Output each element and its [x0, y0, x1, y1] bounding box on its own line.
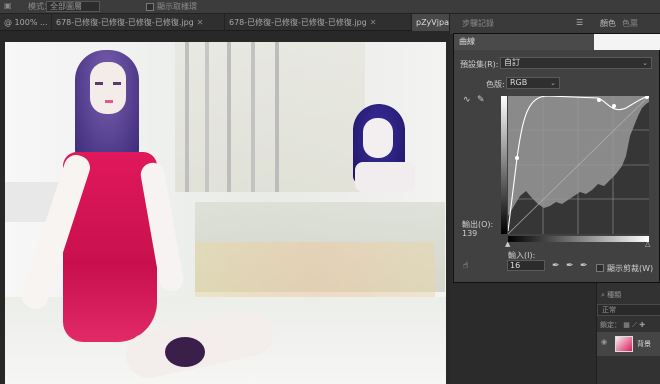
- lock-label: 鎖定：: [600, 321, 621, 329]
- output-value[interactable]: 139: [462, 229, 477, 238]
- curve-point[interactable]: [612, 104, 616, 108]
- image-girl-face: [90, 62, 126, 114]
- gray-eyedropper-icon[interactable]: ✒: [566, 262, 574, 271]
- tab-color[interactable]: 顏色: [600, 18, 616, 29]
- white-eyedropper-icon[interactable]: ✒: [580, 262, 588, 271]
- eye-icon[interactable]: ◉: [601, 338, 607, 346]
- black-eyedropper-icon[interactable]: ✒: [552, 262, 560, 271]
- tab-label: @ 100% ...: [4, 18, 48, 27]
- white-point-slider[interactable]: △: [645, 240, 650, 249]
- channel-label: 色版:: [486, 80, 505, 89]
- document-tab-1[interactable]: @ 100% ...✕: [0, 14, 52, 31]
- show-clipping-checkbox[interactable]: [596, 264, 604, 272]
- image-girl2-face: [363, 118, 393, 158]
- black-point-slider[interactable]: ▲: [505, 240, 510, 249]
- show-clipping-label: 顯示剪裁(W): [607, 264, 654, 273]
- curve-graph[interactable]: [508, 96, 649, 234]
- tab-label: 678-已修復-已修復-已修復-已修復.jpg: [56, 18, 194, 27]
- edit-points-curve-icon[interactable]: ∿: [463, 96, 471, 105]
- preset-value: 自訂: [504, 58, 520, 67]
- curve-svg: [508, 96, 649, 234]
- layer-kind-filter[interactable]: 種類: [607, 291, 621, 299]
- document-tab-2[interactable]: 678-已修復-已修復-已修復-已修復.jpg ✕: [52, 14, 225, 31]
- move-icon[interactable]: ✚: [639, 321, 645, 329]
- curve-point[interactable]: [645, 96, 649, 99]
- lock-pixels-icon[interactable]: ▦: [623, 321, 630, 329]
- image-lips: [105, 100, 113, 103]
- preset-label: 預設集(R):: [460, 60, 499, 69]
- mode-dropdown[interactable]: 全部圖層: [46, 1, 100, 12]
- photoshop-window: ▣ 模式： 全部圖層 顯示取樣環 @ 100% ...✕ 678-已修復-已修復…: [0, 0, 660, 384]
- channel-value: RGB: [510, 78, 528, 87]
- layer-row[interactable]: ◉ 背景: [597, 332, 660, 356]
- image-bar: [227, 42, 231, 192]
- blend-mode-dropdown[interactable]: 正常: [597, 304, 660, 316]
- histogram: [508, 102, 649, 234]
- tab-history[interactable]: 步驟記錄: [462, 18, 494, 29]
- preset-dropdown[interactable]: 自訂 ⌄: [500, 57, 652, 69]
- image-eye: [95, 82, 103, 85]
- channel-dropdown[interactable]: RGB ⌄: [506, 77, 560, 89]
- chevron-down-icon: ⌄: [550, 79, 556, 87]
- curve-point[interactable]: [515, 156, 519, 160]
- tab-swatches[interactable]: 色票: [622, 18, 638, 29]
- show-sampling-ring-checkbox[interactable]: [146, 3, 154, 11]
- image-bar: [185, 42, 189, 192]
- targeted-adjustment-icon[interactable]: ☝: [463, 262, 468, 271]
- document-tab-4[interactable]: pZyVjpaSlcpi: [412, 14, 450, 31]
- document-tab-3[interactable]: 678-已修復-已修復-已修復-已修復.jpg ✕: [225, 14, 412, 31]
- dialog-title-overlay: [594, 34, 660, 50]
- tab-label: pZyVjpaSlcpi: [416, 18, 449, 27]
- image-shadow: [165, 337, 205, 367]
- layer-filter-row: ⌕ 種類: [597, 290, 660, 302]
- image-girl2-arms: [355, 162, 415, 192]
- image-window-frame: [175, 42, 365, 192]
- panel-menu-icon[interactable]: ☰: [576, 18, 583, 27]
- input-value-field[interactable]: 16: [507, 260, 545, 271]
- close-icon[interactable]: ✕: [370, 18, 377, 27]
- close-icon[interactable]: ✕: [197, 18, 204, 27]
- layers-panel: ⌕ 種類 正常 鎖定： ▦ ⟋ ✚ ◉ 背景: [596, 282, 660, 384]
- layer-thumbnail: [615, 336, 633, 352]
- brush-icon[interactable]: ⟋: [632, 321, 637, 329]
- pencil-icon[interactable]: ✎: [477, 96, 485, 105]
- tool-preset-icon[interactable]: ▣: [4, 1, 12, 10]
- lock-row: 鎖定： ▦ ⟋ ✚: [597, 320, 660, 332]
- output-gradient: [501, 96, 507, 234]
- document-image[interactable]: [5, 42, 446, 384]
- image-eye: [113, 82, 121, 85]
- image-bokeh: [195, 242, 435, 302]
- show-sampling-ring-label: 顯示取樣環: [157, 2, 197, 11]
- blend-mode-value: 正常: [602, 306, 616, 314]
- tab-label: 678-已修復-已修復-已修復-已修復.jpg: [229, 18, 367, 27]
- search-icon: ⌕: [601, 291, 605, 299]
- layer-name: 背景: [637, 340, 651, 348]
- curve-point[interactable]: [597, 98, 601, 102]
- input-gradient: [508, 236, 649, 242]
- image-bar: [251, 42, 255, 192]
- image-bar: [205, 42, 209, 192]
- options-bar: ▣ 模式： 全部圖層 顯示取樣環: [0, 0, 660, 14]
- image-bar: [275, 42, 279, 192]
- chevron-down-icon: ⌄: [642, 59, 648, 67]
- panel-tab-strip: 步驟記錄 ☰ 顏色 色票: [450, 14, 660, 34]
- document-tab-bar: @ 100% ...✕ 678-已修復-已修復-已修復-已修復.jpg✕ 678…: [0, 14, 450, 31]
